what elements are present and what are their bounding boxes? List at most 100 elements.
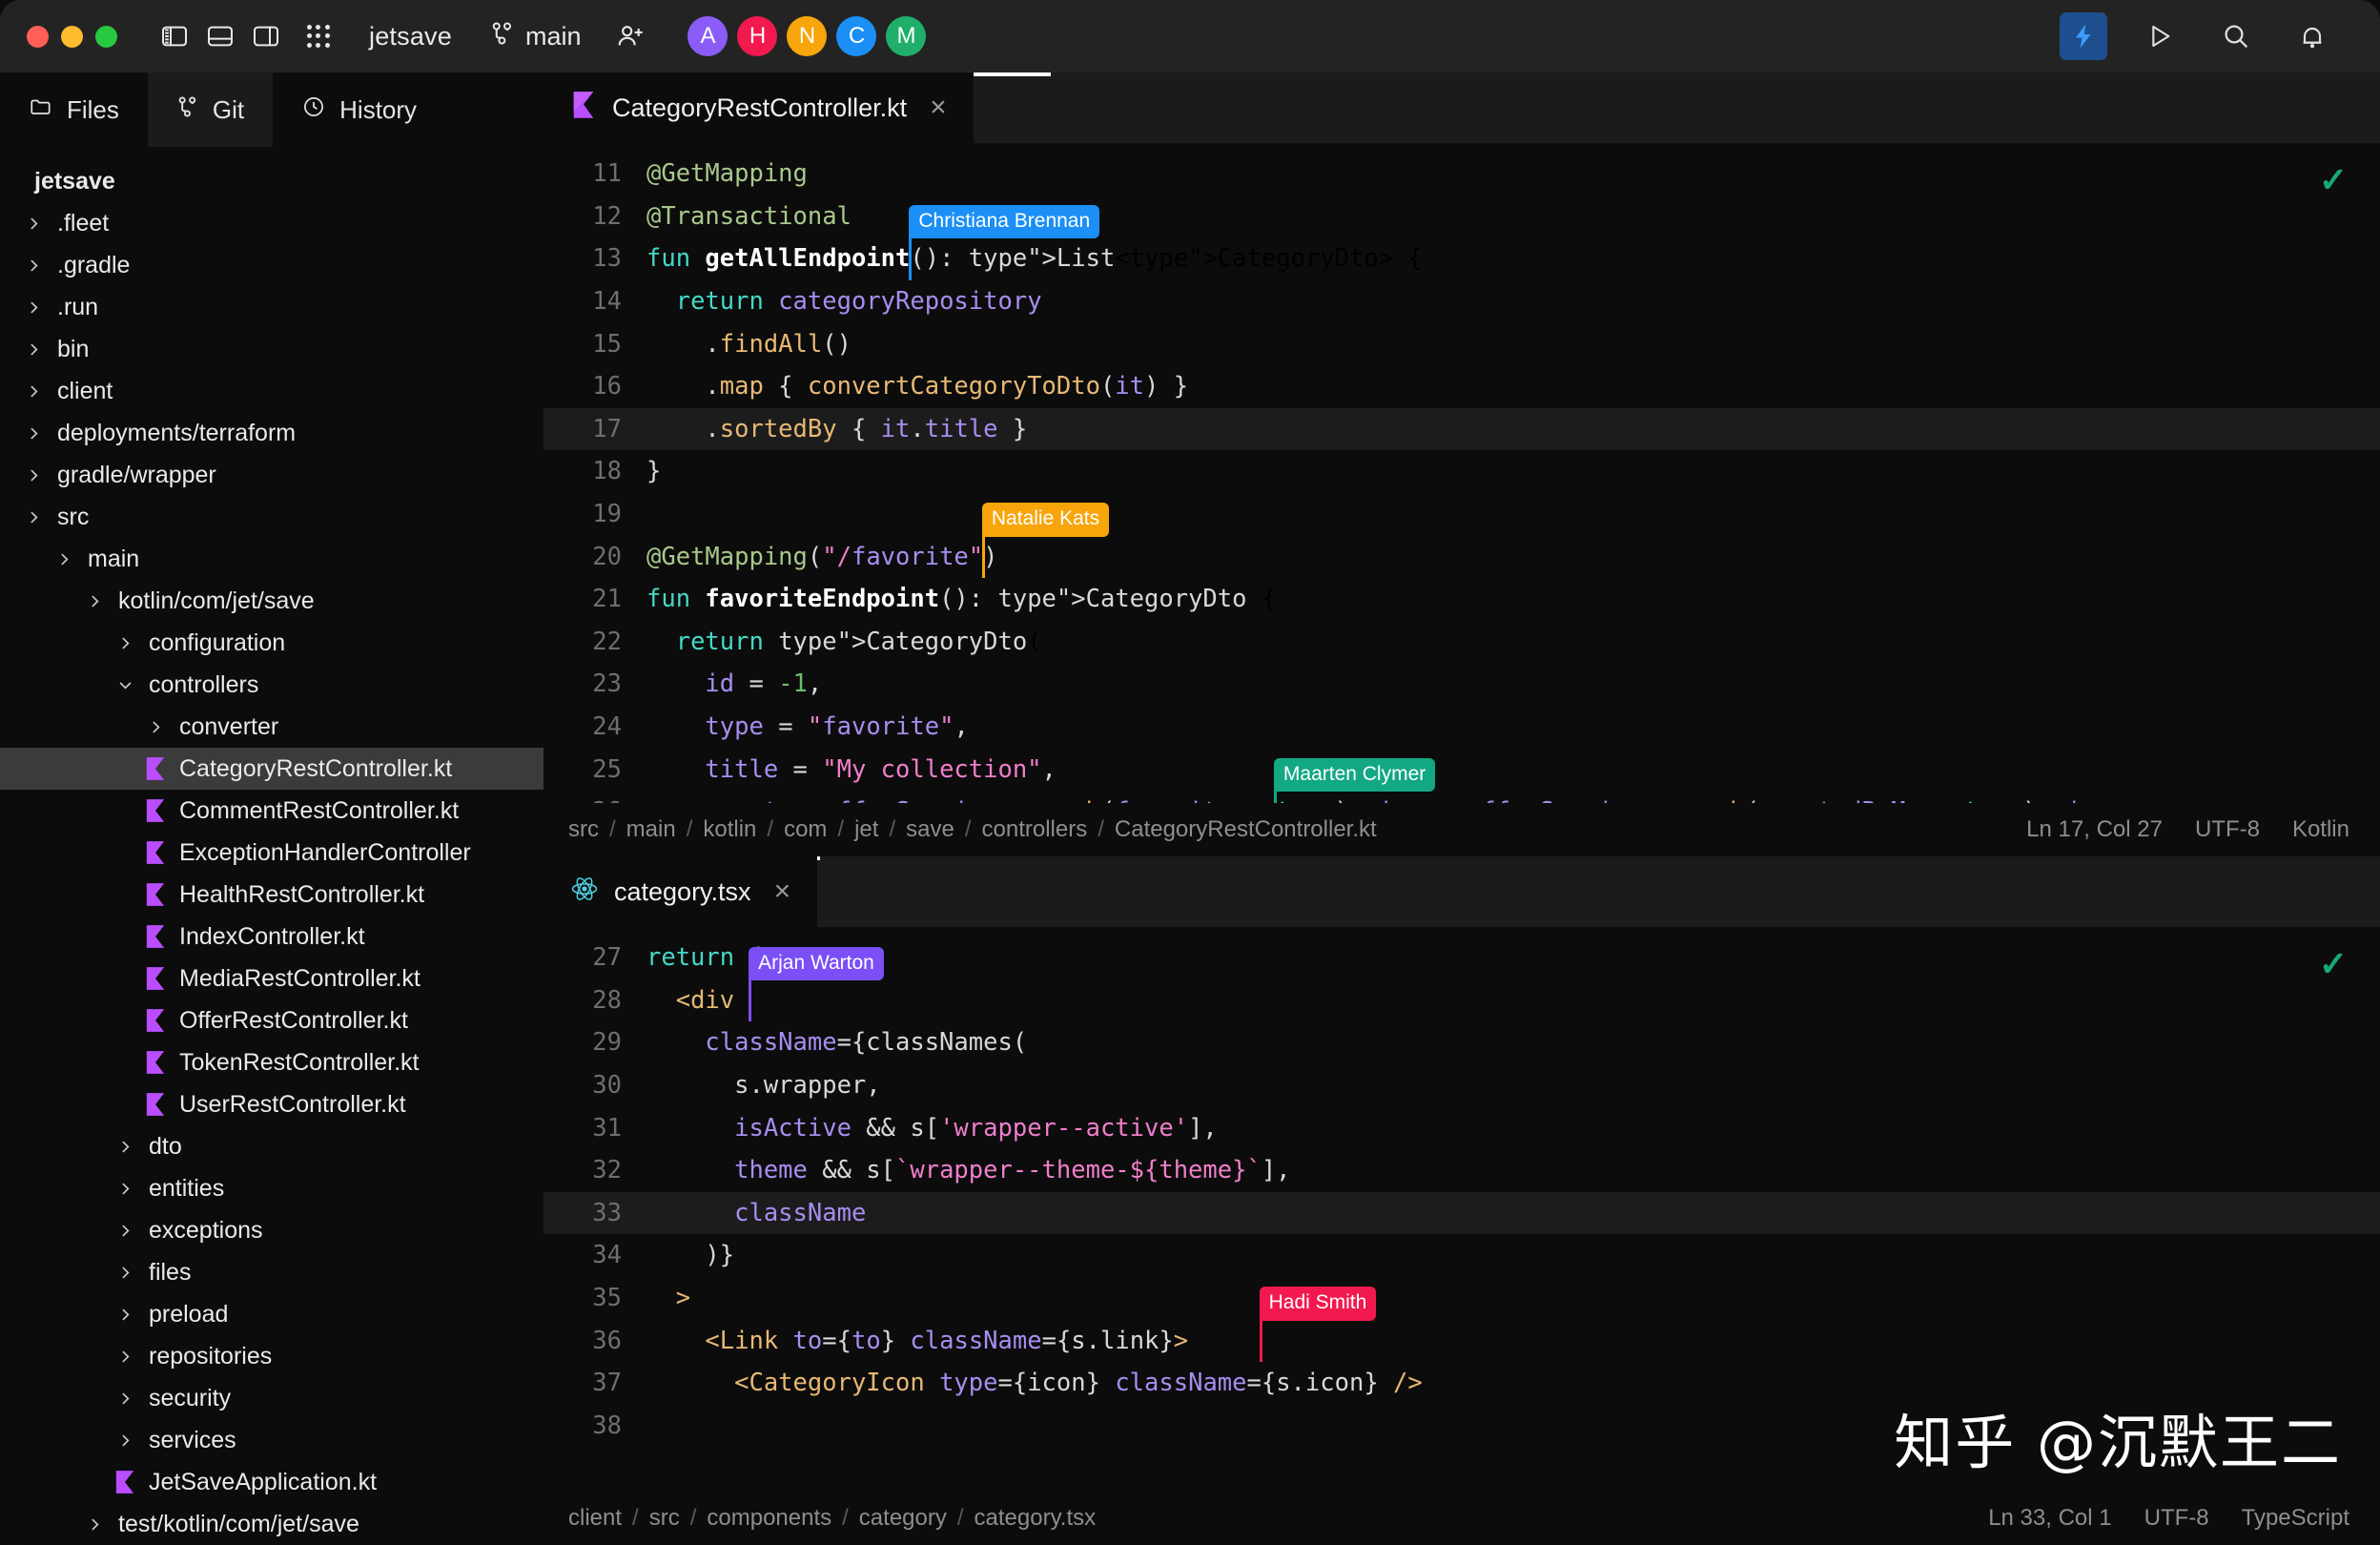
tree-folder[interactable]: dto bbox=[0, 1125, 544, 1167]
tree-file[interactable]: OfferRestController.kt bbox=[0, 999, 544, 1041]
tree-folder[interactable]: src bbox=[0, 496, 544, 538]
code-line[interactable]: 16 .map { convertCategoryToDto(it) } bbox=[544, 365, 2380, 408]
chevron-right-icon[interactable] bbox=[113, 1349, 137, 1365]
tree-file[interactable]: CategoryRestController.kt bbox=[0, 748, 544, 790]
tree-folder[interactable]: .gradle bbox=[0, 244, 544, 286]
chevron-right-icon[interactable] bbox=[21, 383, 46, 400]
tree-folder[interactable]: deployments/terraform bbox=[0, 412, 544, 454]
caret-position[interactable]: Ln 17, Col 27 bbox=[2026, 816, 2163, 843]
chevron-right-icon[interactable] bbox=[113, 1432, 137, 1449]
breadcrumb-item[interactable]: com bbox=[784, 816, 827, 843]
minimize-window-button[interactable] bbox=[61, 25, 83, 48]
tree-file[interactable]: TokenRestController.kt bbox=[0, 1041, 544, 1083]
code-line[interactable]: 25 title = "My collection", bbox=[544, 748, 2380, 791]
tree-folder[interactable]: repositories bbox=[0, 1335, 544, 1377]
chevron-right-icon[interactable] bbox=[21, 467, 46, 484]
code-area-tsx[interactable]: 27return (28 <div29 className={className… bbox=[544, 927, 2380, 1447]
project-name[interactable]: jetsave bbox=[369, 22, 452, 52]
left-panel-toggle-icon[interactable] bbox=[159, 21, 190, 52]
breadcrumb-item[interactable]: controllers bbox=[982, 816, 1088, 843]
lightning-icon[interactable] bbox=[2060, 12, 2107, 60]
code-line[interactable]: 37 <CategoryIcon type={icon} className={… bbox=[544, 1362, 2380, 1405]
code-line[interactable]: 23 id = -1, bbox=[544, 663, 2380, 706]
app-grid-icon[interactable] bbox=[302, 20, 335, 52]
code-line[interactable]: 35 > bbox=[544, 1277, 2380, 1320]
tree-folder[interactable]: exceptions bbox=[0, 1209, 544, 1251]
code-line[interactable]: 38 bbox=[544, 1405, 2380, 1448]
avatar[interactable]: A bbox=[687, 16, 728, 56]
chevron-right-icon[interactable] bbox=[82, 1516, 107, 1533]
chevron-right-icon[interactable] bbox=[21, 509, 46, 525]
tree-folder[interactable]: client bbox=[0, 370, 544, 412]
tree-folder[interactable]: .fleet bbox=[0, 202, 544, 244]
tree-folder[interactable]: converter bbox=[0, 706, 544, 748]
breadcrumb-item[interactable]: jet bbox=[854, 816, 878, 843]
code-line[interactable]: 18} bbox=[544, 450, 2380, 493]
code-line[interactable]: 30 s.wrapper, bbox=[544, 1064, 2380, 1107]
code-line[interactable]: 21 fun favoriteEndpoint(): type">Category… bbox=[544, 578, 2380, 621]
close-icon[interactable]: × bbox=[774, 876, 791, 908]
avatar[interactable]: M bbox=[886, 16, 927, 56]
chevron-right-icon[interactable] bbox=[51, 551, 76, 567]
bottom-panel-toggle-icon[interactable] bbox=[205, 21, 236, 52]
code-line[interactable]: 17 .sortedBy { it.title } bbox=[544, 407, 2380, 451]
code-line[interactable]: 14 return categoryRepository bbox=[544, 280, 2380, 323]
sidebar-tab-history[interactable]: History bbox=[273, 72, 446, 147]
breadcrumb-item[interactable]: src bbox=[568, 816, 599, 843]
chevron-right-icon[interactable] bbox=[21, 299, 46, 316]
tree-file[interactable]: JetSaveApplication.kt bbox=[0, 1461, 544, 1503]
breadcrumb-item[interactable]: src bbox=[649, 1505, 680, 1532]
tree-file[interactable]: HealthRestController.kt bbox=[0, 874, 544, 916]
breadcrumb-item[interactable]: save bbox=[906, 816, 954, 843]
code-line[interactable]: 29 className={classNames( bbox=[544, 1021, 2380, 1064]
breadcrumb-item[interactable]: components bbox=[707, 1505, 831, 1532]
chevron-right-icon[interactable] bbox=[21, 341, 46, 358]
file-language[interactable]: TypeScript bbox=[2242, 1505, 2349, 1532]
tree-folder[interactable]: gradle/wrapper bbox=[0, 454, 544, 496]
breadcrumb-item[interactable]: CategoryRestController.kt bbox=[1115, 816, 1377, 843]
code-line[interactable]: 31 isActive && s['wrapper--active'], bbox=[544, 1106, 2380, 1149]
chevron-right-icon[interactable] bbox=[21, 258, 46, 274]
tree-file[interactable]: MediaRestController.kt bbox=[0, 958, 544, 999]
code-line[interactable]: 33 className bbox=[544, 1191, 2380, 1235]
tree-folder[interactable]: main bbox=[0, 538, 544, 580]
code-line[interactable]: 22 return type">CategoryDto( bbox=[544, 621, 2380, 664]
chevron-right-icon[interactable] bbox=[113, 1181, 137, 1197]
code-line[interactable]: 15 .findAll() bbox=[544, 322, 2380, 365]
code-line[interactable]: 28 <div bbox=[544, 979, 2380, 1022]
code-line[interactable]: 32 theme && s[`wrapper--theme-${theme}`]… bbox=[544, 1149, 2380, 1192]
tree-folder[interactable]: services bbox=[0, 1419, 544, 1461]
editor-tab-category-tsx[interactable]: category.tsx × bbox=[544, 856, 818, 927]
avatar[interactable]: H bbox=[737, 16, 778, 56]
sidebar-tab-files[interactable]: Files bbox=[0, 72, 148, 147]
avatar[interactable]: C bbox=[836, 16, 877, 56]
chevron-right-icon[interactable] bbox=[113, 1307, 137, 1323]
code-line[interactable]: 11 @GetMapping bbox=[544, 153, 2380, 196]
code-line[interactable]: 13 fun getAllEndpoint(): type">List < type "… bbox=[544, 237, 2380, 280]
file-encoding[interactable]: UTF-8 bbox=[2195, 816, 2260, 843]
tree-folder[interactable]: kotlin/com/jet/save bbox=[0, 580, 544, 622]
run-icon[interactable] bbox=[2136, 12, 2184, 60]
code-line[interactable]: 20 @GetMapping("/favorite") bbox=[544, 535, 2380, 578]
search-icon[interactable] bbox=[2212, 12, 2260, 60]
breadcrumb-item[interactable]: category bbox=[859, 1505, 947, 1532]
tree-folder[interactable]: configuration bbox=[0, 622, 544, 664]
chevron-right-icon[interactable] bbox=[113, 1390, 137, 1407]
breadcrumb-item[interactable]: main bbox=[626, 816, 676, 843]
chevron-right-icon[interactable] bbox=[113, 1265, 137, 1281]
chevron-right-icon[interactable] bbox=[82, 593, 107, 609]
tree-folder[interactable]: security bbox=[0, 1377, 544, 1419]
tree-folder[interactable]: entities bbox=[0, 1167, 544, 1209]
chevron-right-icon[interactable] bbox=[21, 425, 46, 442]
chevron-right-icon[interactable] bbox=[113, 1223, 137, 1239]
tree-root[interactable]: jetsave bbox=[0, 160, 544, 202]
tree-folder[interactable]: controllers bbox=[0, 664, 544, 706]
file-encoding[interactable]: UTF-8 bbox=[2144, 1505, 2209, 1532]
close-icon[interactable]: × bbox=[930, 92, 947, 124]
breadcrumb-item[interactable]: client bbox=[568, 1505, 622, 1532]
tree-file[interactable]: CommentRestController.kt bbox=[0, 790, 544, 832]
tree-file[interactable]: ExceptionHandlerController bbox=[0, 832, 544, 874]
notifications-bell-icon[interactable] bbox=[2288, 12, 2336, 60]
tree-folder[interactable]: bin bbox=[0, 328, 544, 370]
tree-file[interactable]: UserRestController.kt bbox=[0, 1083, 544, 1125]
